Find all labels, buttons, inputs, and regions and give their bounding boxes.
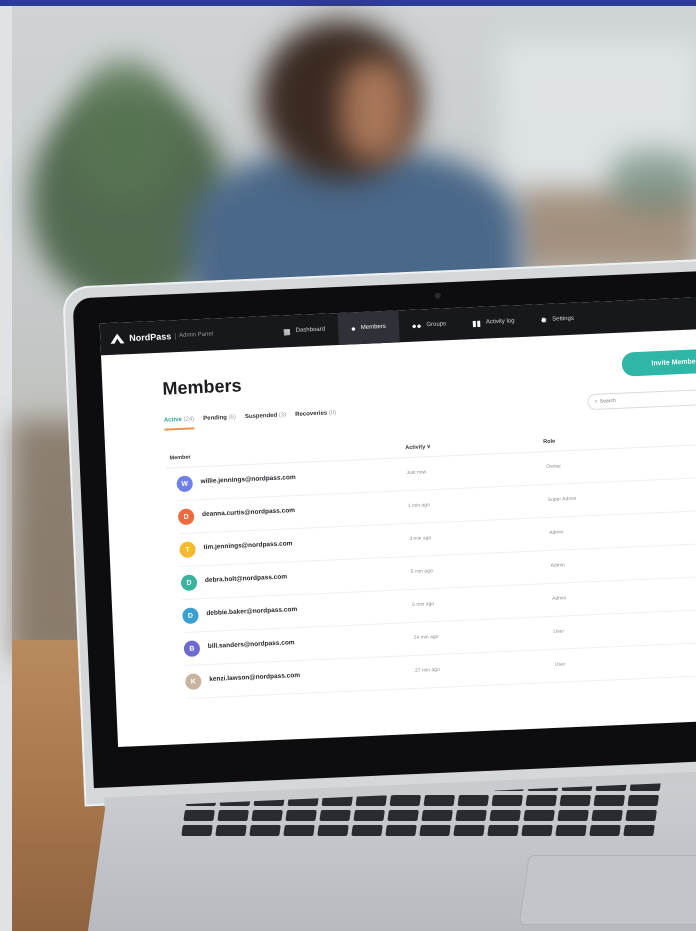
nav-item-members[interactable]: ● Members bbox=[337, 310, 400, 345]
tab-count: (24) bbox=[183, 416, 195, 423]
member-role: Owner bbox=[546, 463, 562, 471]
search-input[interactable] bbox=[599, 394, 690, 405]
tab-count: (3) bbox=[278, 412, 287, 419]
member-email: deanna.curtis@nordpass.com bbox=[201, 507, 296, 519]
search-box[interactable]: ⌕ bbox=[587, 388, 696, 411]
nav-item-activity-log[interactable]: ▮▮ Activity log bbox=[458, 305, 528, 340]
laptop-screen: NordPass | Admin Panel ▦ Dashboard ● Mem… bbox=[99, 295, 696, 747]
tab-count: (6) bbox=[228, 414, 237, 421]
member-role: User bbox=[554, 661, 566, 668]
member-email: willie.jennings@nordpass.com bbox=[200, 473, 296, 486]
brand-name: NordPass bbox=[129, 331, 172, 344]
blurred-person-face bbox=[340, 60, 410, 160]
tab-suspended[interactable]: Suspended (3) bbox=[245, 412, 287, 427]
member-role: Admin bbox=[550, 562, 565, 569]
laptop-lid: NordPass | Admin Panel ▦ Dashboard ● Mem… bbox=[62, 258, 696, 808]
column-header-member[interactable]: Member bbox=[169, 455, 190, 462]
member-activity: 5 min ago bbox=[410, 568, 433, 576]
tab-label: Recoveries bbox=[295, 410, 328, 418]
nav-label-dashboard: Dashboard bbox=[295, 326, 326, 334]
nav-item-settings[interactable]: ✹ Settings bbox=[527, 302, 588, 337]
left-edge-strip bbox=[0, 6, 12, 931]
people-icon: ●● bbox=[411, 320, 422, 331]
member-activity: 6 min ago bbox=[412, 601, 435, 609]
tab-label: Active bbox=[163, 416, 183, 424]
nav-label-settings: Settings bbox=[552, 315, 575, 323]
dashboard-icon: ▦ bbox=[282, 326, 291, 336]
avatar: B bbox=[183, 640, 201, 658]
page-title: Members bbox=[162, 375, 242, 399]
column-header-activity[interactable]: Activity ∨ bbox=[405, 444, 431, 451]
member-role: Admin bbox=[551, 595, 567, 602]
avatar: W bbox=[176, 475, 194, 493]
tab-count: (0) bbox=[328, 410, 337, 417]
nordpass-logo-icon bbox=[110, 333, 125, 344]
member-activity: 27 min ago bbox=[414, 666, 440, 674]
trackpad bbox=[518, 855, 696, 925]
photo-scene: NordPass | Admin Panel ▦ Dashboard ● Mem… bbox=[0, 0, 696, 931]
nav-item-dashboard[interactable]: ▦ Dashboard bbox=[269, 313, 338, 348]
member-email: bill.sanders@nordpass.com bbox=[207, 639, 295, 650]
member-email: tim.jennings@nordpass.com bbox=[203, 540, 293, 552]
member-activity: 3 min ago bbox=[409, 535, 432, 543]
avatar: D bbox=[180, 574, 198, 592]
avatar: K bbox=[184, 673, 202, 690]
brand[interactable]: NordPass | Admin Panel bbox=[100, 327, 270, 344]
top-navbar: NordPass | Admin Panel ▦ Dashboard ● Mem… bbox=[99, 295, 696, 356]
member-email: debra.holt@nordpass.com bbox=[204, 573, 288, 585]
nav-label-members: Members bbox=[360, 323, 386, 332]
member-activity: 1 min ago bbox=[407, 502, 430, 510]
tab-pending[interactable]: Pending (6) bbox=[203, 415, 236, 429]
avatar: T bbox=[179, 541, 196, 559]
tab-label: Suspended bbox=[244, 412, 278, 421]
member-email: debbie.baker@nordpass.com bbox=[206, 606, 298, 618]
member-activity: Just now bbox=[406, 469, 427, 477]
nav-label-activity-log: Activity log bbox=[485, 318, 515, 326]
webcam-icon bbox=[434, 292, 441, 299]
brand-separator: | bbox=[174, 332, 177, 340]
avatar: D bbox=[182, 607, 199, 625]
invite-members-button[interactable]: Invite Members bbox=[621, 347, 696, 377]
member-email: kenzi.lawson@nordpass.com bbox=[209, 671, 301, 683]
brand-subtitle: Admin Panel bbox=[178, 331, 214, 339]
member-tabs: Active (24) Pending (6) Suspended (3) Re… bbox=[163, 410, 346, 431]
member-activity: 24 min ago bbox=[413, 633, 439, 641]
tab-active[interactable]: Active (24) bbox=[163, 416, 195, 431]
member-role: Admin bbox=[549, 529, 564, 536]
gear-icon: ✹ bbox=[540, 315, 548, 325]
nav-item-groups[interactable]: ●● Groups bbox=[398, 308, 460, 343]
member-role: User bbox=[553, 628, 565, 635]
activity-bars-icon: ▮▮ bbox=[471, 318, 482, 328]
blurred-lamp bbox=[610, 150, 696, 210]
tab-recoveries[interactable]: Recoveries (0) bbox=[295, 410, 337, 425]
member-role: Super Admin bbox=[547, 495, 577, 504]
laptop-bezel: NordPass | Admin Panel ▦ Dashboard ● Mem… bbox=[72, 269, 696, 808]
person-icon: ● bbox=[350, 323, 357, 333]
avatar: D bbox=[177, 508, 195, 526]
tab-label: Pending bbox=[203, 414, 228, 422]
nav-label-groups: Groups bbox=[426, 321, 447, 329]
column-header-role[interactable]: Role bbox=[543, 439, 555, 446]
blurred-plant-leaves bbox=[70, 60, 180, 200]
search-icon: ⌕ bbox=[594, 398, 598, 405]
